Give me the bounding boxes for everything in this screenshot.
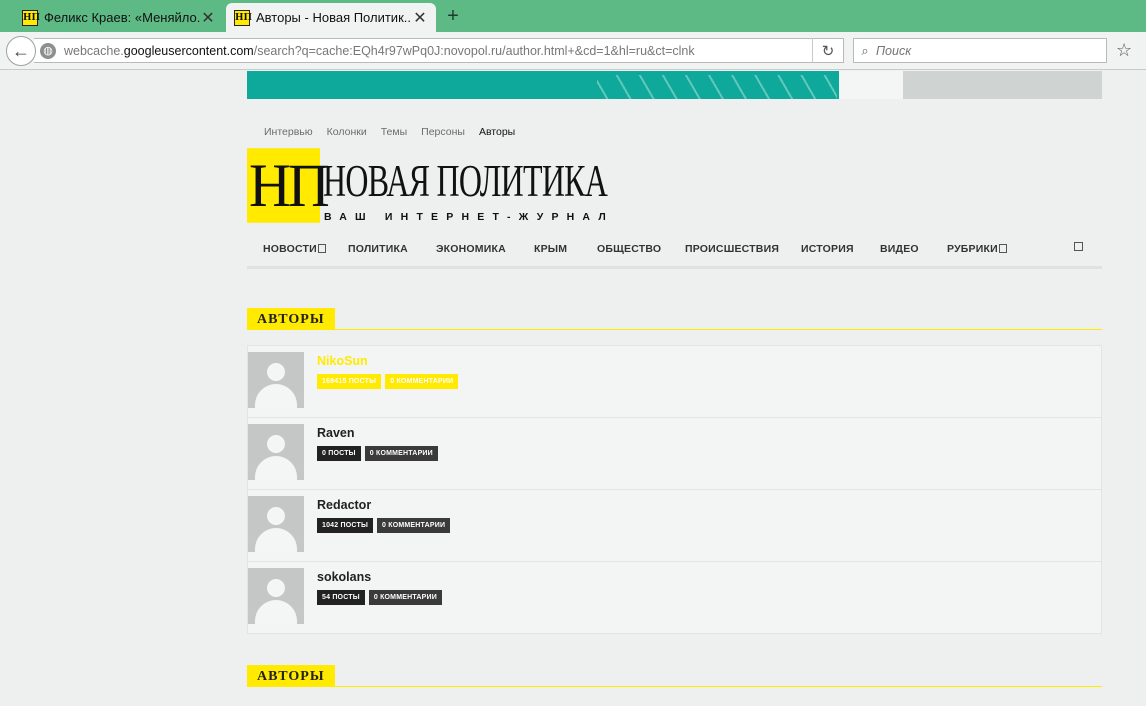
avatar-body [255,600,297,624]
browser-tab-1[interactable]: НП Феликс Краев: «Меняйло... ✕ [14,3,224,32]
nav-item-society[interactable]: ОБЩЕСТВО [597,243,661,255]
browser-search-box[interactable]: ⌕ [853,38,1107,63]
avatar-body [255,528,297,552]
comments-badge[interactable]: 0 КОММЕНТАРИИ [364,446,438,461]
search-icon: ⌕ [861,42,869,58]
comments-badge[interactable]: 0 КОММЕНТАРИИ [368,590,442,605]
avatar-head [267,507,285,525]
posts-badge[interactable]: 0 ПОСТЫ [317,446,361,461]
section-title: АВТОРЫ [247,308,335,330]
site-favicon: НП [22,9,40,26]
nav-item-rubrics[interactable]: РУБРИКИ [947,243,1007,255]
nav-item-video[interactable]: ВИДЕО [880,243,919,255]
main-nav: НОВОСТИ ПОЛИТИКА ЭКОНОМИКА КРЫМ ОБЩЕСТВО… [247,231,1102,269]
plus-icon[interactable]: + [442,5,464,28]
reload-icon[interactable]: ↻ [813,42,843,60]
navigation-toolbar: ◍ webcache.googleusercontent.com/search?… [0,32,1146,70]
address-bar[interactable]: ◍ webcache.googleusercontent.com/search?… [34,38,844,63]
url-path: /search?q=cache:EQh4r97wPq0J:novopol.ru/… [253,43,695,58]
url-prefix: webcache. [64,43,124,58]
star-icon[interactable]: ☆ [1116,40,1132,61]
author-item[interactable]: Raven 0 ПОСТЫ 0 КОММЕНТАРИИ [247,417,1102,489]
avatar[interactable] [248,496,304,552]
logo-name: НОВАЯ ПОЛИТИКА [323,156,608,206]
top-menu-persons[interactable]: Персоны [421,126,465,138]
ad-banner[interactable] [247,71,1102,99]
section-header: АВТОРЫ [247,665,1102,687]
close-icon[interactable]: ✕ [412,8,428,28]
author-stats: 54 ПОСТЫ 0 КОММЕНТАРИИ [317,590,442,605]
dropdown-icon [317,244,326,253]
nav-label: РУБРИКИ [947,243,998,255]
author-stats: 1042 ПОСТЫ 0 КОММЕНТАРИИ [317,518,451,533]
search-icon[interactable] [1074,242,1083,251]
author-stats: 169415 ПОСТЫ 0 КОММЕНТАРИИ [317,374,459,389]
avatar[interactable] [248,424,304,480]
author-name[interactable]: Redactor [317,498,371,512]
nav-label: НОВОСТИ [263,243,317,255]
logo-tagline: ВАШ ИНТЕРНЕТ-ЖУРНАЛ [324,211,614,223]
author-item[interactable]: Redactor 1042 ПОСТЫ 0 КОММЕНТАРИИ [247,489,1102,561]
site-favicon: НП [234,9,252,26]
search-input[interactable] [876,43,1096,58]
avatar[interactable] [248,568,304,624]
tab-title: Феликс Краев: «Меняйло... [44,10,200,25]
globe-icon[interactable]: ◍ [40,42,56,59]
nav-item-history[interactable]: ИСТОРИЯ [801,243,854,255]
avatar[interactable] [248,352,304,408]
author-name[interactable]: Raven [317,426,355,440]
top-menu-columns[interactable]: Колонки [327,126,367,138]
comments-badge[interactable]: 0 КОММЕНТАРИИ [385,374,459,389]
tab-bar: НП Феликс Краев: «Меняйло... ✕ НП Авторы… [0,0,1146,32]
nav-item-news[interactable]: НОВОСТИ [263,243,326,255]
url-host: googleusercontent.com [123,43,254,58]
logo-mark: НП [247,148,330,223]
banner-pattern [597,75,837,99]
author-list: NikoSun 169415 ПОСТЫ 0 КОММЕНТАРИИ Raven… [247,345,1102,634]
nav-item-politics[interactable]: ПОЛИТИКА [348,243,408,255]
site-logo[interactable]: НП НОВАЯ ПОЛИТИКА ВАШ ИНТЕРНЕТ-ЖУРНАЛ [247,148,637,225]
top-menu-authors[interactable]: Авторы [479,126,515,138]
author-stats: 0 ПОСТЫ 0 КОММЕНТАРИИ [317,446,438,461]
browser-tab-2[interactable]: НП Авторы - Новая Политик... ✕ [226,3,436,32]
nav-item-economy[interactable]: ЭКОНОМИКА [436,243,506,255]
url-text[interactable]: webcache.googleusercontent.com/search?q=… [64,44,812,58]
posts-badge[interactable]: 1042 ПОСТЫ [317,518,374,533]
author-item[interactable]: NikoSun 169415 ПОСТЫ 0 КОММЕНТАРИИ [247,345,1102,417]
author-name[interactable]: sokolans [317,570,371,584]
top-menu: Интервью Колонки Темы Персоны Авторы [264,126,515,138]
page-content: Интервью Колонки Темы Персоны Авторы НП … [0,71,1146,706]
nav-item-crimea[interactable]: КРЫМ [534,243,567,255]
banner-block [903,71,1102,99]
avatar-head [267,579,285,597]
dropdown-icon [998,244,1007,253]
close-icon[interactable]: ✕ [200,8,216,28]
avatar-body [255,456,297,480]
tab-title: Авторы - Новая Политик... [256,10,412,25]
avatar-head [267,435,285,453]
author-item[interactable]: sokolans 54 ПОСТЫ 0 КОММЕНТАРИИ [247,561,1102,634]
avatar-body [255,384,297,408]
top-menu-interviews[interactable]: Интервью [264,126,313,138]
posts-badge[interactable]: 54 ПОСТЫ [317,590,365,605]
back-arrow-icon[interactable]: ← [6,36,36,66]
banner-block [839,71,903,99]
posts-badge[interactable]: 169415 ПОСТЫ [317,374,382,389]
section-title: АВТОРЫ [247,665,335,687]
author-name[interactable]: NikoSun [317,354,368,368]
nav-item-incidents[interactable]: ПРОИСШЕСТВИЯ [685,243,779,255]
top-menu-topics[interactable]: Темы [381,126,407,138]
avatar-head [267,363,285,381]
comments-badge[interactable]: 0 КОММЕНТАРИИ [377,518,451,533]
section-header: АВТОРЫ [247,308,1102,330]
